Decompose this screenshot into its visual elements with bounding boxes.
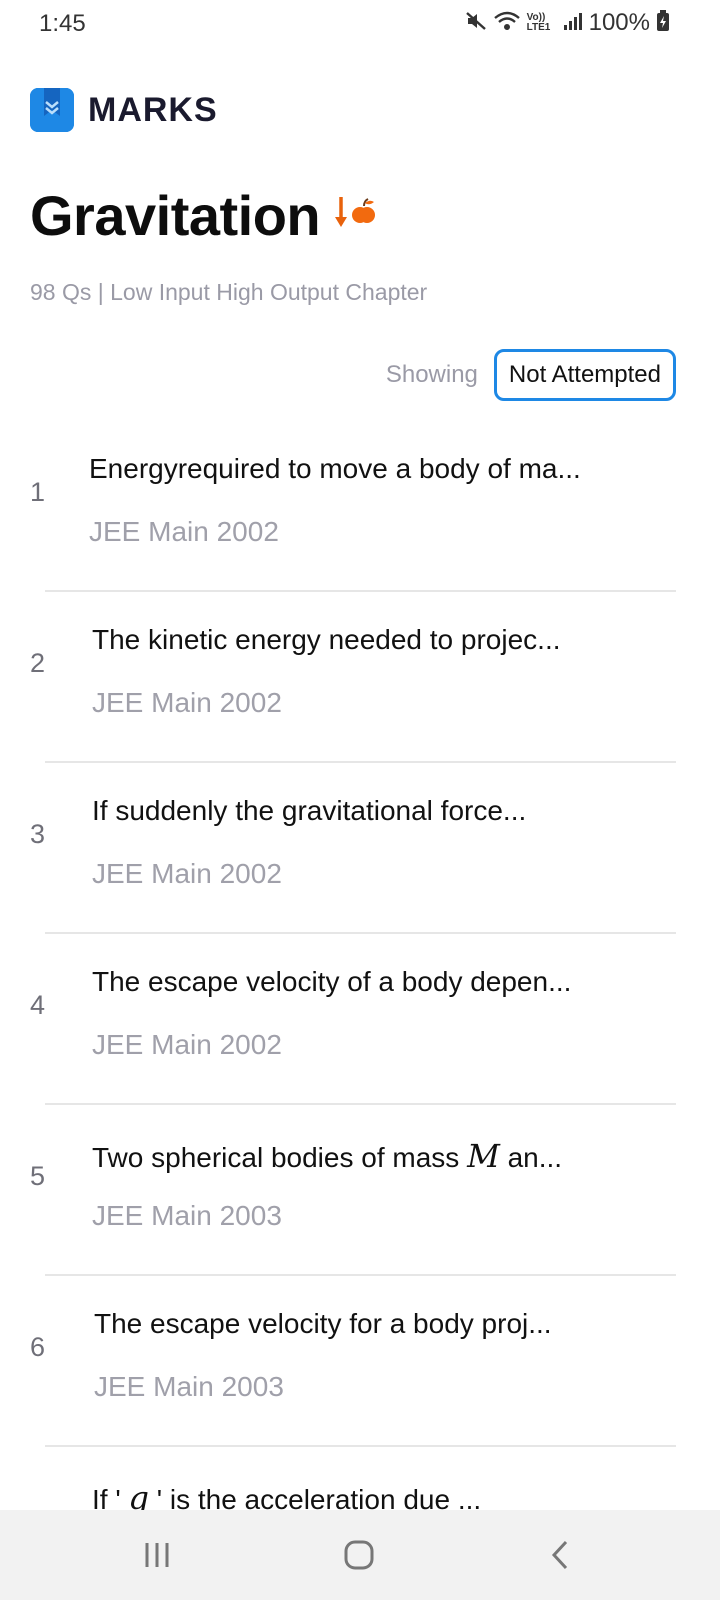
brand-name: MARKS <box>88 90 218 129</box>
filter-bar: Showing Not Attempted <box>386 349 676 401</box>
question-number: 4 <box>30 990 46 1020</box>
question-number: 3 <box>30 819 46 849</box>
question-text-part: Two spherical bodies of mass <box>92 1142 468 1173</box>
question-source: JEE Main 2002 <box>89 516 279 547</box>
home-icon[interactable] <box>329 1535 389 1575</box>
question-text-part: an... <box>499 1142 563 1173</box>
question-list: 1 Energyrequired to move a body of ma...… <box>0 421 720 1600</box>
math-symbol: M <box>467 1137 500 1175</box>
question-number: 5 <box>30 1161 46 1191</box>
back-icon[interactable] <box>531 1535 591 1575</box>
status-bar: 1:45 Vo)) LTE1 100% <box>0 0 720 46</box>
question-row[interactable]: 4 The escape velocity of a body depen...… <box>0 934 720 1105</box>
question-number: 6 <box>30 1332 46 1362</box>
filter-dropdown-button[interactable]: Not Attempted <box>493 349 676 401</box>
falling-apple-icon <box>334 193 378 238</box>
page-title: Gravitation <box>30 184 321 247</box>
battery-percent: 100% <box>588 9 650 36</box>
chapter-header: Gravitation <box>30 183 378 248</box>
status-time: 1:45 <box>39 10 86 37</box>
question-source: JEE Main 2003 <box>94 1371 284 1402</box>
brand-header: MARKS <box>30 88 218 132</box>
question-text: Two spherical bodies of mass M an... <box>92 1137 562 1175</box>
filter-label: Showing <box>385 361 478 388</box>
mute-icon <box>465 10 487 37</box>
question-source: JEE Main 2003 <box>92 1200 282 1231</box>
question-text: Energyrequired to move a body of ma... <box>89 453 581 484</box>
battery-charging-icon <box>656 9 670 37</box>
question-source: JEE Main 2002 <box>92 858 282 889</box>
question-row[interactable]: 1 Energyrequired to move a body of ma...… <box>0 421 720 592</box>
recents-icon[interactable] <box>127 1535 187 1575</box>
lte-icon: Vo)) LTE1 <box>526 12 551 33</box>
marks-logo-icon <box>30 88 74 132</box>
signal-icon <box>563 11 583 36</box>
chapter-subtitle: 98 Qs | Low Input High Output Chapter <box>30 279 428 305</box>
question-row[interactable]: 6 The escape velocity for a body proj...… <box>0 1276 720 1447</box>
question-row[interactable]: 3 If suddenly the gravitational force...… <box>0 763 720 934</box>
wifi-icon <box>493 10 521 37</box>
question-number: 2 <box>30 648 46 678</box>
question-row[interactable]: 5 Two spherical bodies of mass M an... J… <box>0 1105 720 1276</box>
question-number: 1 <box>30 477 46 507</box>
question-source: JEE Main 2002 <box>92 687 282 718</box>
question-source: JEE Main 2002 <box>92 1029 282 1060</box>
question-text: The kinetic energy needed to projec... <box>92 624 561 655</box>
question-text: The escape velocity for a body proj... <box>94 1308 552 1339</box>
status-icons: Vo)) LTE1 100% <box>465 9 670 37</box>
question-text: If suddenly the gravitational force... <box>92 795 527 826</box>
system-nav-bar <box>0 1510 720 1600</box>
question-row[interactable]: 2 The kinetic energy needed to projec...… <box>0 592 720 763</box>
question-text: The escape velocity of a body depen... <box>92 966 572 997</box>
